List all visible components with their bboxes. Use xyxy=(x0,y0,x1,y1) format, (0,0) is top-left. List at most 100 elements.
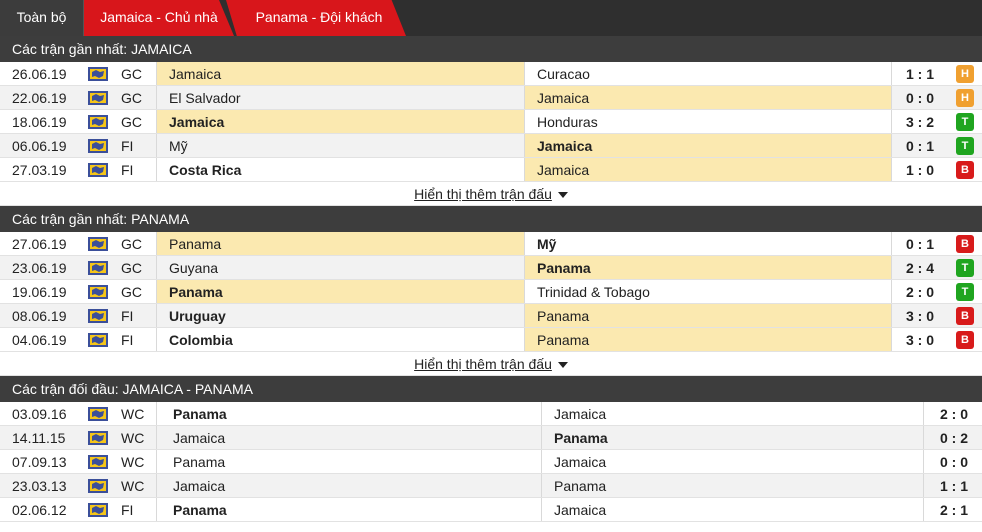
result-badge: T xyxy=(956,282,974,301)
show-more-link[interactable]: Hiển thị thêm trận đấu xyxy=(414,186,552,202)
match-score: 0 : 1 xyxy=(891,232,948,255)
recent-form-sections: Các trận gần nhất: JAMAICA 26.06.19 GC Jama… xyxy=(0,36,982,376)
result-cell: B xyxy=(948,158,982,181)
show-more-link[interactable]: Hiển thị thêm trận đấu xyxy=(414,356,552,372)
tab-bar: Toàn bộ Jamaica - Chủ nhà Panama - Đội k… xyxy=(0,0,982,36)
match-score: 1 : 0 xyxy=(891,158,948,181)
match-row[interactable]: 23.06.19 GC Guyana Panama 2 : 4 T xyxy=(0,256,982,280)
match-date: 27.03.19 xyxy=(12,162,67,178)
competition-flag-icon xyxy=(88,450,118,473)
home-team: Jamaica xyxy=(156,426,541,449)
tab-panama-away[interactable]: Panama - Đội khách xyxy=(226,0,406,36)
match-date: 07.09.13 xyxy=(12,454,67,470)
show-more-row: Hiển thị thêm trận đấu xyxy=(0,352,982,376)
home-team: Costa Rica xyxy=(156,158,524,181)
home-team: Colombia xyxy=(156,328,524,351)
match-score: 1 : 1 xyxy=(923,474,982,497)
away-team: Panama xyxy=(524,304,891,327)
tab-all[interactable]: Toàn bộ xyxy=(0,0,84,36)
result-cell: H xyxy=(948,86,982,109)
show-more-row: Hiển thị thêm trận đấu xyxy=(0,182,982,206)
tab-jamaica-home[interactable]: Jamaica - Chủ nhà xyxy=(84,0,234,36)
home-team: Guyana xyxy=(156,256,524,279)
match-row[interactable]: 08.06.19 FI Uruguay Panama 3 : 0 B xyxy=(0,304,982,328)
h2h-match-row[interactable]: 07.09.13 WC Panama Jamaica 0 : 0 xyxy=(0,450,982,474)
away-team: Jamaica xyxy=(524,158,891,181)
match-date: 22.06.19 xyxy=(12,90,67,106)
home-team: Panama xyxy=(156,498,541,521)
away-team: Panama xyxy=(524,256,891,279)
section-header: Các trận đối đầu: JAMAICA - PANAMA xyxy=(0,376,982,402)
match-score: 0 : 0 xyxy=(891,86,948,109)
match-row[interactable]: 27.06.19 GC Panama Mỹ 0 : 1 B xyxy=(0,232,982,256)
match-date: 23.06.19 xyxy=(12,260,67,276)
result-cell: B xyxy=(948,232,982,255)
match-row[interactable]: 19.06.19 GC Panama Trinidad & Tobago 2 : 0 T xyxy=(0,280,982,304)
result-cell: T xyxy=(948,110,982,133)
competition-flag-icon xyxy=(88,232,118,255)
match-date: 04.06.19 xyxy=(12,332,67,348)
home-team: Jamaica xyxy=(156,110,524,133)
match-date: 14.11.15 xyxy=(12,430,66,446)
competition-flag-icon xyxy=(88,280,118,303)
match-date: 23.03.13 xyxy=(12,478,67,494)
match-score: 0 : 0 xyxy=(923,450,982,473)
h2h-match-row[interactable]: 03.09.16 WC Panama Jamaica 2 : 0 xyxy=(0,402,982,426)
competition-code: GC xyxy=(121,284,142,300)
result-badge: H xyxy=(956,64,974,83)
match-date: 06.06.19 xyxy=(12,138,67,154)
competition-flag-icon xyxy=(88,256,118,279)
match-row[interactable]: 22.06.19 GC El Salvador Jamaica 0 : 0 H xyxy=(0,86,982,110)
competition-code: GC xyxy=(121,66,142,82)
competition-code: WC xyxy=(121,454,145,470)
result-badge: B xyxy=(956,306,974,325)
match-row[interactable]: 18.06.19 GC Jamaica Honduras 3 : 2 T xyxy=(0,110,982,134)
match-score: 2 : 4 xyxy=(891,256,948,279)
competition-code: GC xyxy=(121,90,142,106)
away-team: Honduras xyxy=(524,110,891,133)
competition-flag-icon xyxy=(88,328,118,351)
result-cell: B xyxy=(948,328,982,351)
competition-flag-icon xyxy=(88,158,118,181)
match-score: 2 : 1 xyxy=(923,498,982,521)
match-score: 0 : 1 xyxy=(891,134,948,157)
match-row[interactable]: 06.06.19 FI Mỹ Jamaica 0 : 1 T xyxy=(0,134,982,158)
competition-flag-icon xyxy=(88,62,118,85)
h2h-match-row[interactable]: 14.11.15 WC Jamaica Panama 0 : 2 xyxy=(0,426,982,450)
away-team: Jamaica xyxy=(541,450,923,473)
caret-down-icon[interactable] xyxy=(557,192,568,199)
match-row[interactable]: 27.03.19 FI Costa Rica Jamaica 1 : 0 B xyxy=(0,158,982,182)
caret-down-icon[interactable] xyxy=(557,362,568,369)
result-badge: T xyxy=(956,136,974,155)
competition-flag-icon xyxy=(88,426,118,449)
home-team: Mỹ xyxy=(156,134,524,157)
away-team: Jamaica xyxy=(524,134,891,157)
competition-code: FI xyxy=(121,308,134,324)
competition-flag-icon xyxy=(88,86,118,109)
head-to-head-section: Các trận đối đầu: JAMAICA - PANAMA 03.09.… xyxy=(0,376,982,522)
match-score: 0 : 2 xyxy=(923,426,982,449)
competition-code: GC xyxy=(121,260,142,276)
home-team: Panama xyxy=(156,402,541,425)
match-date: 02.06.12 xyxy=(12,502,67,518)
match-score: 2 : 0 xyxy=(891,280,948,303)
match-date: 26.06.19 xyxy=(12,66,67,82)
result-cell: H xyxy=(948,62,982,85)
away-team: Panama xyxy=(541,426,923,449)
result-badge: T xyxy=(956,112,974,131)
h2h-match-row[interactable]: 23.03.13 WC Jamaica Panama 1 : 1 xyxy=(0,474,982,498)
away-team: Panama xyxy=(541,474,923,497)
competition-flag-icon xyxy=(88,498,118,521)
h2h-match-row[interactable]: 02.06.12 FI Panama Jamaica 2 : 1 xyxy=(0,498,982,522)
home-team: Panama xyxy=(156,280,524,303)
competition-flag-icon xyxy=(88,134,118,157)
match-row[interactable]: 04.06.19 FI Colombia Panama 3 : 0 B xyxy=(0,328,982,352)
away-team: Curacao xyxy=(524,62,891,85)
competition-flag-icon xyxy=(88,110,118,133)
match-row[interactable]: 26.06.19 GC Jamaica Curacao 1 : 1 H xyxy=(0,62,982,86)
result-cell: B xyxy=(948,304,982,327)
section-header: Các trận gần nhất: JAMAICA xyxy=(0,36,982,62)
home-team: Uruguay xyxy=(156,304,524,327)
competition-code: WC xyxy=(121,406,145,422)
result-cell: T xyxy=(948,280,982,303)
